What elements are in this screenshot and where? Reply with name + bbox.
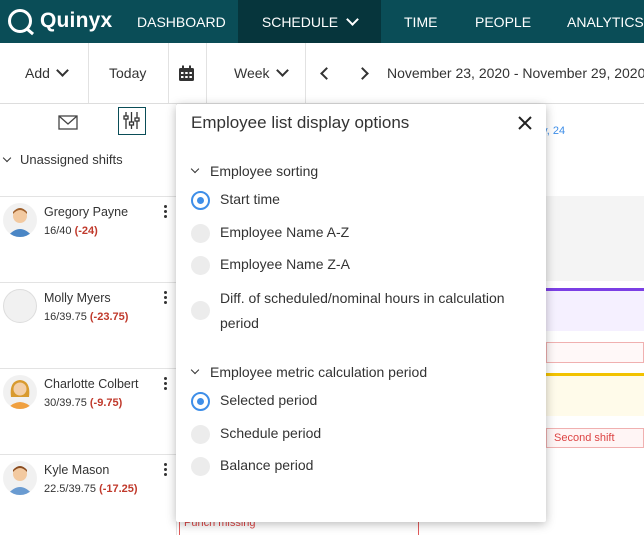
sliders-icon (123, 112, 140, 129)
employee-row[interactable]: Charlotte Colbert 30/39.75 (-9.75) (0, 368, 176, 454)
employee-name: Kyle Mason (44, 463, 110, 477)
chevron-down-icon (190, 365, 200, 375)
unassigned-shifts-label: Unassigned shifts (20, 152, 123, 167)
nav-people[interactable]: PEOPLE (475, 0, 531, 43)
more-options-icon[interactable] (164, 463, 168, 479)
chevron-left-icon (320, 66, 333, 80)
metric-section-header[interactable]: Employee metric calculation period (190, 364, 427, 380)
radio[interactable] (191, 457, 210, 476)
avatar (3, 461, 37, 495)
display-options-dialog: Employee list display options Employee s… (176, 104, 546, 522)
chevron-right-icon (356, 66, 369, 80)
employee-hours: 22.5/39.75 (-17.25) (44, 483, 138, 495)
date-range: November 23, 2020 - November 29, 2020 (387, 65, 644, 81)
chevron-down-icon (2, 153, 12, 162)
employee-hours: 16/40 (-24) (44, 225, 98, 237)
shift-block-yellow[interactable] (546, 376, 644, 416)
schedule-cell (546, 196, 644, 281)
radio-selected[interactable] (191, 191, 210, 210)
quinyx-logo-icon (8, 9, 32, 33)
employee-sidebar: Unassigned shifts Gregory Payne 16/40 (-… (0, 104, 176, 535)
employee-name: Charlotte Colbert (44, 377, 139, 391)
radio[interactable] (191, 301, 210, 320)
schedule-toolbar: Add Today Week November 23, 2020 - Novem… (0, 43, 644, 104)
view-dropdown[interactable]: Week (234, 43, 289, 103)
employee-row[interactable]: Gregory Payne 16/40 (-24) (0, 196, 176, 282)
calendar-icon (179, 65, 194, 81)
employee-row[interactable]: Molly Myers 16/39.75 (-23.75) (0, 282, 176, 368)
nav-time[interactable]: TIME (404, 0, 437, 43)
chevron-down-icon (275, 64, 289, 77)
add-dropdown[interactable]: Add (25, 43, 69, 103)
avatar (3, 203, 37, 237)
today-button[interactable]: Today (109, 43, 146, 103)
quinyx-logo[interactable]: Quinyx (8, 6, 112, 36)
close-icon (518, 116, 532, 130)
divider (206, 43, 207, 103)
radio-selected[interactable] (191, 392, 210, 411)
radio[interactable] (191, 425, 210, 444)
next-week-button[interactable] (356, 43, 369, 103)
radio[interactable] (191, 256, 210, 275)
punch-cell (546, 342, 644, 363)
employee-hours: 30/39.75 (-9.75) (44, 397, 123, 409)
avatar (3, 375, 37, 409)
employee-name: Gregory Payne (44, 205, 129, 219)
chevron-down-icon (56, 64, 69, 77)
avatar-placeholder (3, 289, 37, 323)
chevron-down-icon (190, 164, 200, 174)
shift-block-purple[interactable] (546, 291, 644, 331)
dialog-title: Employee list display options (191, 113, 410, 132)
nav-schedule[interactable]: SCHEDULE (238, 0, 381, 43)
more-options-icon[interactable] (164, 377, 168, 393)
chevron-down-icon (346, 12, 359, 26)
brand-name: Quinyx (40, 9, 113, 32)
close-button[interactable] (515, 113, 535, 133)
sorting-section-header[interactable]: Employee sorting (190, 163, 318, 179)
second-shift-tag[interactable]: Second shift (546, 428, 644, 448)
divider (305, 43, 306, 103)
unassigned-shifts-toggle[interactable]: Unassigned shifts (2, 152, 123, 167)
nav-analytics[interactable]: ANALYTICS (567, 0, 644, 43)
display-options-button[interactable] (118, 107, 146, 135)
more-options-icon[interactable] (164, 205, 168, 221)
more-options-icon[interactable] (164, 291, 168, 307)
envelope-icon (58, 115, 78, 130)
top-navigation: Quinyx DASHBOARD SCHEDULE TIME PEOPLE AN… (0, 0, 644, 43)
previous-week-button[interactable] (320, 43, 333, 103)
message-button[interactable] (57, 114, 81, 137)
calendar-button[interactable] (178, 43, 195, 103)
employee-row[interactable]: Kyle Mason 22.5/39.75 (-17.25) (0, 454, 176, 540)
radio[interactable] (191, 224, 210, 243)
divider (88, 43, 89, 103)
nav-dashboard[interactable]: DASHBOARD (137, 0, 226, 43)
employee-hours: 16/39.75 (-23.75) (44, 311, 129, 323)
divider (168, 43, 169, 103)
employee-name: Molly Myers (44, 291, 111, 305)
